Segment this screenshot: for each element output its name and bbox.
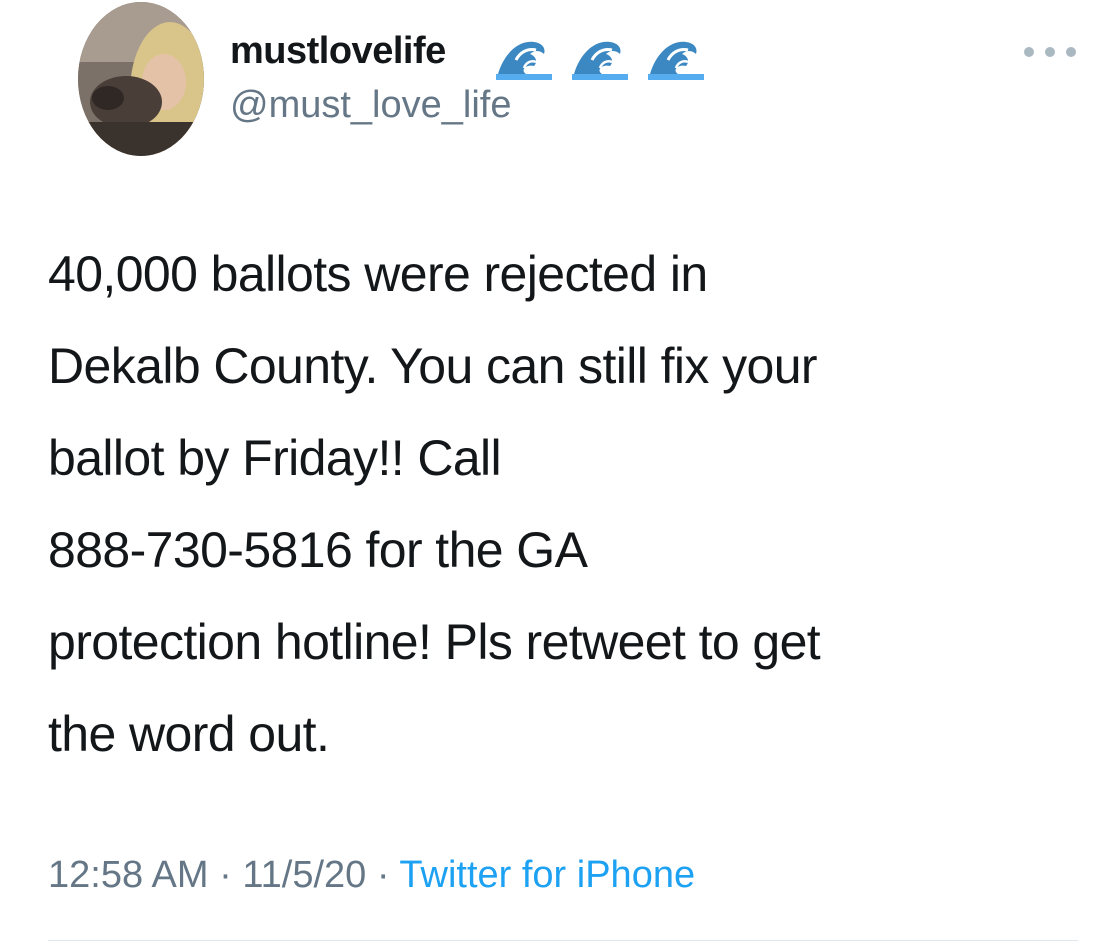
name-emojis [496, 34, 704, 80]
tweet: mustlovelife @must_love_life 40,000 ball… [0, 0, 1100, 946]
wave-icon [572, 41, 628, 80]
tweet-text-line: 40,000 ballots were rejected in [48, 246, 708, 302]
more-dot [1045, 47, 1055, 57]
tweet-date[interactable]: 11/5/20 [242, 854, 366, 896]
divider [48, 940, 1078, 941]
tweet-time[interactable]: 12:58 AM [48, 854, 209, 896]
tweet-source-link[interactable]: Twitter for iPhone [399, 854, 695, 896]
tweet-meta: 12:58 AM · 11/5/20 · Twitter for iPhone [48, 854, 695, 897]
tweet-text-line: the word out. [48, 706, 330, 762]
user-handle[interactable]: @must_love_life [230, 84, 511, 127]
wave-icon [496, 41, 552, 80]
more-dot [1066, 47, 1076, 57]
avatar[interactable] [78, 2, 204, 156]
meta-separator: · [366, 854, 400, 896]
tweet-text-line: protection hotline! Pls retweet to get [48, 614, 821, 670]
tweet-text: 40,000 ballots were rejected in Dekalb C… [48, 228, 1068, 780]
tweet-text-line: 888-730-5816 for the GA [48, 522, 588, 578]
more-options-icon[interactable] [1024, 42, 1076, 62]
wave-icon [648, 41, 704, 80]
display-name[interactable]: mustlovelife [230, 30, 446, 73]
meta-separator: · [208, 854, 243, 896]
more-dot [1024, 47, 1034, 57]
tweet-text-line: Dekalb County. You can still fix your [48, 338, 818, 394]
tweet-text-line: ballot by Friday!! Call [48, 430, 502, 486]
